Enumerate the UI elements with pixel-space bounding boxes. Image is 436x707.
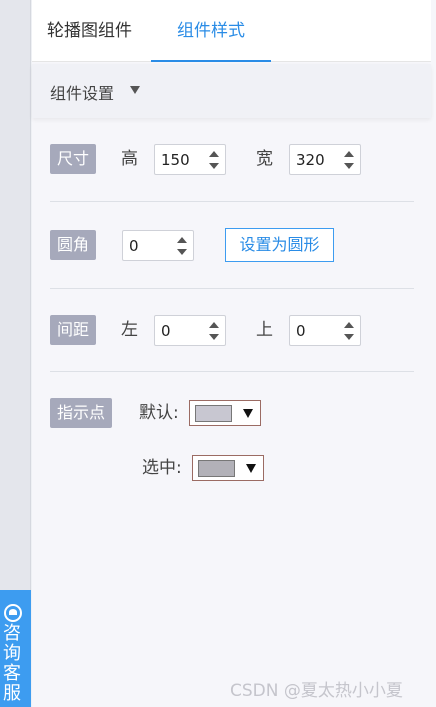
height-stepper[interactable]: 150 [154, 144, 226, 175]
left-spacing-stepper[interactable]: 0 [154, 315, 226, 346]
section-title: 组件设置 [50, 84, 115, 103]
decrement-icon[interactable] [177, 249, 187, 255]
radius-badge: 圆角 [50, 230, 97, 260]
tab-carousel-component[interactable]: 轮播图组件 [47, 0, 132, 62]
divider [50, 201, 414, 202]
divider [50, 371, 414, 372]
dropdown-arrow-icon[interactable] [243, 409, 253, 418]
top-spacing-stepper[interactable]: 0 [289, 315, 361, 346]
spacing-badge: 间距 [50, 315, 97, 345]
radius-value[interactable]: 0 [129, 231, 139, 261]
left-spacing-label: 左 [121, 320, 138, 340]
decrement-icon[interactable] [344, 334, 354, 340]
decrement-icon[interactable] [209, 334, 219, 340]
left-spacing-value[interactable]: 0 [161, 316, 171, 346]
default-color-picker[interactable] [189, 400, 261, 426]
increment-icon[interactable] [209, 322, 219, 328]
default-color-swatch [195, 405, 232, 422]
dropdown-arrow-icon[interactable] [246, 464, 256, 473]
component-settings-header[interactable]: 组件设置 [32, 64, 431, 118]
width-label: 宽 [256, 149, 273, 169]
selected-color-picker[interactable] [192, 455, 264, 481]
tab-bar: 轮播图组件 组件样式 [32, 0, 431, 62]
indicator-badge: 指示点 [50, 398, 113, 428]
default-color-label: 默认: [139, 403, 179, 423]
decrement-icon[interactable] [209, 163, 219, 169]
size-badge: 尺寸 [50, 144, 97, 174]
divider [50, 288, 414, 289]
increment-icon[interactable] [209, 151, 219, 157]
selected-color-label: 选中: [142, 458, 182, 478]
height-label: 高 [121, 149, 138, 169]
caret-down-icon [130, 86, 140, 94]
height-value[interactable]: 150 [161, 145, 190, 175]
set-circle-button[interactable]: 设置为圆形 [225, 228, 334, 262]
decrement-icon[interactable] [344, 163, 354, 169]
customer-service-label: 咨询客服 [3, 623, 21, 704]
selected-color-swatch [198, 460, 235, 477]
watermark: CSDN @夏太热小小夏 [230, 681, 403, 701]
top-spacing-value[interactable]: 0 [296, 316, 306, 346]
top-spacing-label: 上 [256, 320, 273, 340]
increment-icon[interactable] [177, 237, 187, 243]
customer-service-button[interactable]: 咨询客服 [0, 590, 31, 707]
increment-icon[interactable] [344, 151, 354, 157]
settings-panel: 轮播图组件 组件样式 组件设置 尺寸 高 150 宽 320 圆角 0 设置为圆… [32, 0, 436, 707]
chat-icon [4, 604, 22, 622]
width-stepper[interactable]: 320 [289, 144, 361, 175]
increment-icon[interactable] [344, 322, 354, 328]
width-value[interactable]: 320 [296, 145, 325, 175]
radius-stepper[interactable]: 0 [122, 230, 194, 261]
tab-component-style[interactable]: 组件样式 [151, 0, 271, 62]
